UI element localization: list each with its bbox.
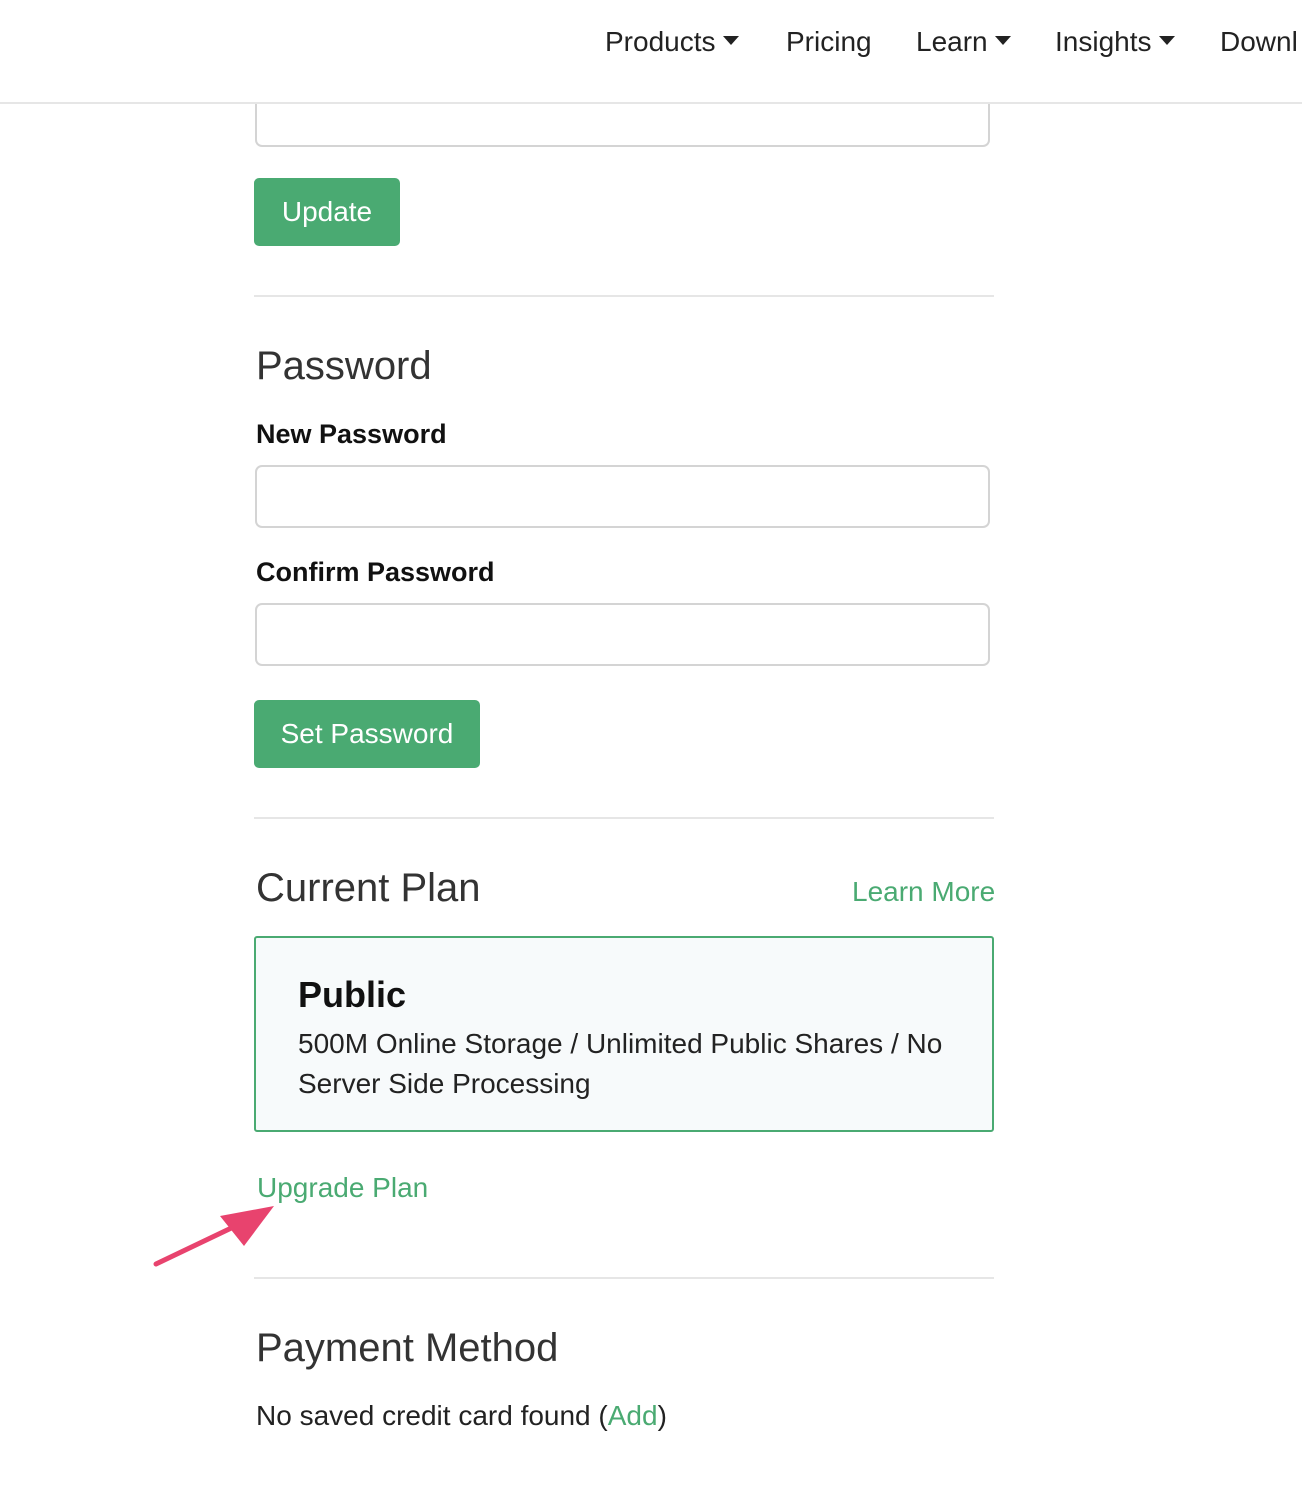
payment-method-title: Payment Method: [256, 1326, 559, 1370]
nav-insights-label: Insights: [1055, 26, 1152, 57]
new-password-field[interactable]: [255, 465, 990, 528]
learn-more-link[interactable]: Learn More: [852, 874, 995, 910]
nav-insights[interactable]: Insights: [1055, 24, 1175, 60]
new-password-label: New Password: [256, 419, 447, 449]
plan-card: Public 500M Online Storage / Unlimited P…: [254, 936, 994, 1132]
confirm-password-label: Confirm Password: [256, 557, 495, 587]
plan-name: Public: [298, 974, 407, 1015]
caret-down-icon: [1158, 36, 1175, 46]
nav-pricing[interactable]: Pricing: [786, 24, 872, 60]
current-plan-title: Current Plan: [256, 866, 481, 910]
account-settings-content: Update Password New Password Confirm Pas…: [0, 0, 1302, 1502]
add-card-link[interactable]: Add: [608, 1400, 658, 1431]
section-divider: [254, 817, 994, 819]
payment-status-text: No saved credit card found (: [256, 1400, 608, 1431]
caret-down-icon: [722, 36, 739, 46]
section-divider: [254, 1277, 994, 1279]
nav-learn-label: Learn: [916, 26, 988, 57]
update-button[interactable]: Update: [254, 178, 400, 246]
nav-pricing-label: Pricing: [786, 26, 872, 57]
confirm-password-field[interactable]: [255, 603, 990, 666]
nav-downloads[interactable]: Downl: [1220, 24, 1298, 60]
plan-description: 500M Online Storage / Unlimited Public S…: [298, 1028, 943, 1099]
payment-status-close: ): [657, 1400, 667, 1431]
set-password-button[interactable]: Set Password: [254, 700, 480, 768]
nav-products-label: Products: [605, 26, 716, 57]
payment-status: No saved credit card found (Add): [256, 1398, 667, 1434]
section-divider: [254, 295, 994, 297]
password-section-title: Password: [256, 344, 432, 388]
nav-downloads-label: Downl: [1220, 26, 1298, 57]
top-navigation: Products Pricing Learn Insights Downl: [0, 0, 1302, 104]
nav-products[interactable]: Products: [605, 24, 739, 60]
caret-down-icon: [994, 36, 1011, 46]
annotation-arrow-icon: [153, 1206, 274, 1267]
nav-learn[interactable]: Learn: [916, 24, 1011, 60]
